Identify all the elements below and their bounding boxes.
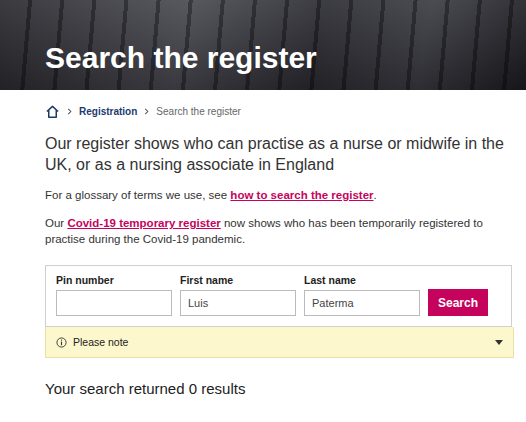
info-icon [56, 337, 67, 348]
page: Search the register Registration Search … [0, 0, 526, 397]
home-icon[interactable] [45, 104, 60, 119]
intro-text: Our register shows who can practise as a… [45, 133, 507, 175]
breadcrumb-item[interactable]: Registration [79, 106, 137, 117]
text-input[interactable] [304, 290, 420, 316]
results-count: Your search returned 0 results [45, 380, 510, 397]
search-form: Pin number First name Last name Search [45, 265, 512, 327]
caret-down-icon [495, 340, 503, 345]
form-field: Pin number [56, 274, 172, 316]
field-label: First name [180, 274, 296, 286]
field-label: Last name [304, 274, 420, 286]
field-label: Pin number [56, 274, 172, 286]
covid-link[interactable]: Covid-19 temporary register [67, 217, 220, 229]
chevron-icon [143, 108, 150, 115]
breadcrumb: Registration Search the register [45, 104, 510, 119]
chevron-icon [66, 108, 73, 115]
hero-banner: Search the register [0, 0, 526, 90]
covid-text: Our Covid-19 temporary register now show… [45, 215, 507, 247]
page-title: Search the register [45, 40, 317, 76]
glossary-text: For a glossary of terms we use, see how … [45, 187, 507, 203]
form-field: First name [180, 274, 296, 316]
search-button[interactable]: Search [428, 289, 488, 316]
text-input[interactable] [180, 290, 296, 316]
glossary-link[interactable]: how to search the register [230, 189, 373, 201]
text-input[interactable] [56, 290, 172, 316]
content: Registration Search the register Our reg… [0, 90, 526, 397]
breadcrumb-item: Search the register [156, 106, 241, 117]
form-field: Last name [304, 274, 420, 316]
notice-label: Please note [73, 336, 489, 348]
notice-bar[interactable]: Please note [45, 327, 514, 358]
